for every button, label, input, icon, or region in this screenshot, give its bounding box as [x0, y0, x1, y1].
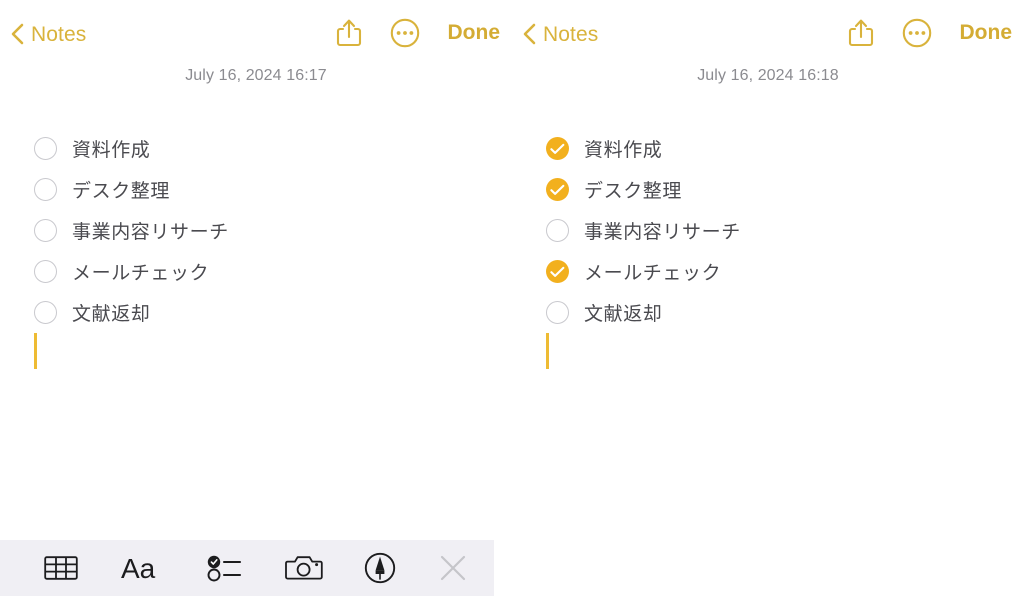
checkbox-unchecked-icon[interactable] [34, 260, 57, 283]
checklist-item-label: 事業内容リサーチ [584, 222, 741, 243]
checkbox-checked-icon[interactable] [546, 178, 569, 201]
checkbox-unchecked-icon[interactable] [34, 137, 57, 160]
format-aa-icon[interactable]: Aa [120, 553, 166, 584]
checklist-item[interactable]: 資料作成 [34, 128, 454, 169]
navigation-bar: Notes Done [0, 0, 512, 62]
markup-pen-icon[interactable] [364, 552, 396, 584]
chevron-left-icon [522, 23, 536, 45]
more-circle-icon[interactable] [902, 18, 932, 48]
chevron-left-icon [10, 23, 24, 45]
back-to-notes-label: Notes [31, 22, 87, 46]
checklist-item[interactable]: 事業内容リサーチ [34, 210, 454, 251]
checklist-item[interactable]: デスク整理 [34, 169, 454, 210]
note-timestamp: July 16, 2024 16:18 [697, 67, 839, 84]
checkbox-unchecked-icon[interactable] [546, 219, 569, 242]
done-button[interactable]: Done [448, 22, 501, 43]
checklist-after: 資料作成 デスク整理 事業内容リサーチ メールチェック 文献返却 [546, 128, 966, 373]
editor-toolbar-before: Aa [0, 540, 494, 596]
checklist-item[interactable]: メールチェック [34, 251, 454, 292]
navigation-bar: Notes Done [512, 0, 1024, 62]
checklist-item-label: デスク整理 [584, 181, 683, 202]
checklist-before: 資料作成 デスク整理 事業内容リサーチ メールチェック 文献返却 [34, 128, 454, 373]
checkbox-unchecked-icon[interactable] [34, 178, 57, 201]
checklist-icon[interactable] [207, 553, 243, 583]
done-button[interactable]: Done [960, 22, 1013, 43]
checklist-item-label: メールチェック [584, 263, 722, 284]
navigation-actions: Done [848, 18, 1013, 48]
checkbox-unchecked-icon[interactable] [34, 301, 57, 324]
checklist-item[interactable]: 資料作成 [546, 128, 966, 169]
navigation-actions: Done [336, 18, 501, 48]
text-cursor [34, 333, 37, 369]
checklist-item[interactable]: 事業内容リサーチ [546, 210, 966, 251]
checklist-item-label: メールチェック [72, 263, 210, 284]
checklist-item[interactable]: 文献返却 [34, 292, 454, 333]
screenshot-stage: Notes Done July 16, 2024 16:17 資料作成 デスク整… [0, 0, 1024, 596]
close-icon[interactable] [438, 553, 468, 583]
checkbox-checked-icon[interactable] [546, 260, 569, 283]
more-circle-icon[interactable] [390, 18, 420, 48]
checklist-item-label: 文献返却 [72, 304, 151, 325]
checklist-item-label: 資料作成 [584, 140, 663, 161]
checklist-item-label: 文献返却 [584, 304, 663, 325]
checklist-item-label: 事業内容リサーチ [72, 222, 229, 243]
checkbox-unchecked-icon[interactable] [34, 219, 57, 242]
note-timestamp: July 16, 2024 16:17 [185, 67, 327, 84]
back-to-notes-label: Notes [543, 22, 599, 46]
text-cursor [546, 333, 549, 369]
table-icon[interactable] [44, 554, 78, 582]
checkbox-checked-icon[interactable] [546, 137, 569, 160]
checklist-item-label: デスク整理 [72, 181, 171, 202]
svg-text:Aa: Aa [121, 553, 156, 583]
checklist-item-label: 資料作成 [72, 140, 151, 161]
back-to-notes-button[interactable]: Notes [522, 23, 598, 45]
note-panel-after: Notes Done July 16, 2024 16:18 資料作成 デスク整… [512, 0, 1024, 596]
share-icon[interactable] [336, 18, 362, 48]
share-icon[interactable] [848, 18, 874, 48]
checklist-item[interactable]: 文献返却 [546, 292, 966, 333]
note-panel-before: Notes Done July 16, 2024 16:17 資料作成 デスク整… [0, 0, 512, 596]
checklist-item[interactable]: メールチェック [546, 251, 966, 292]
checklist-item[interactable]: デスク整理 [546, 169, 966, 210]
checkbox-unchecked-icon[interactable] [546, 301, 569, 324]
back-to-notes-button[interactable]: Notes [10, 23, 86, 45]
camera-icon[interactable] [284, 553, 323, 583]
